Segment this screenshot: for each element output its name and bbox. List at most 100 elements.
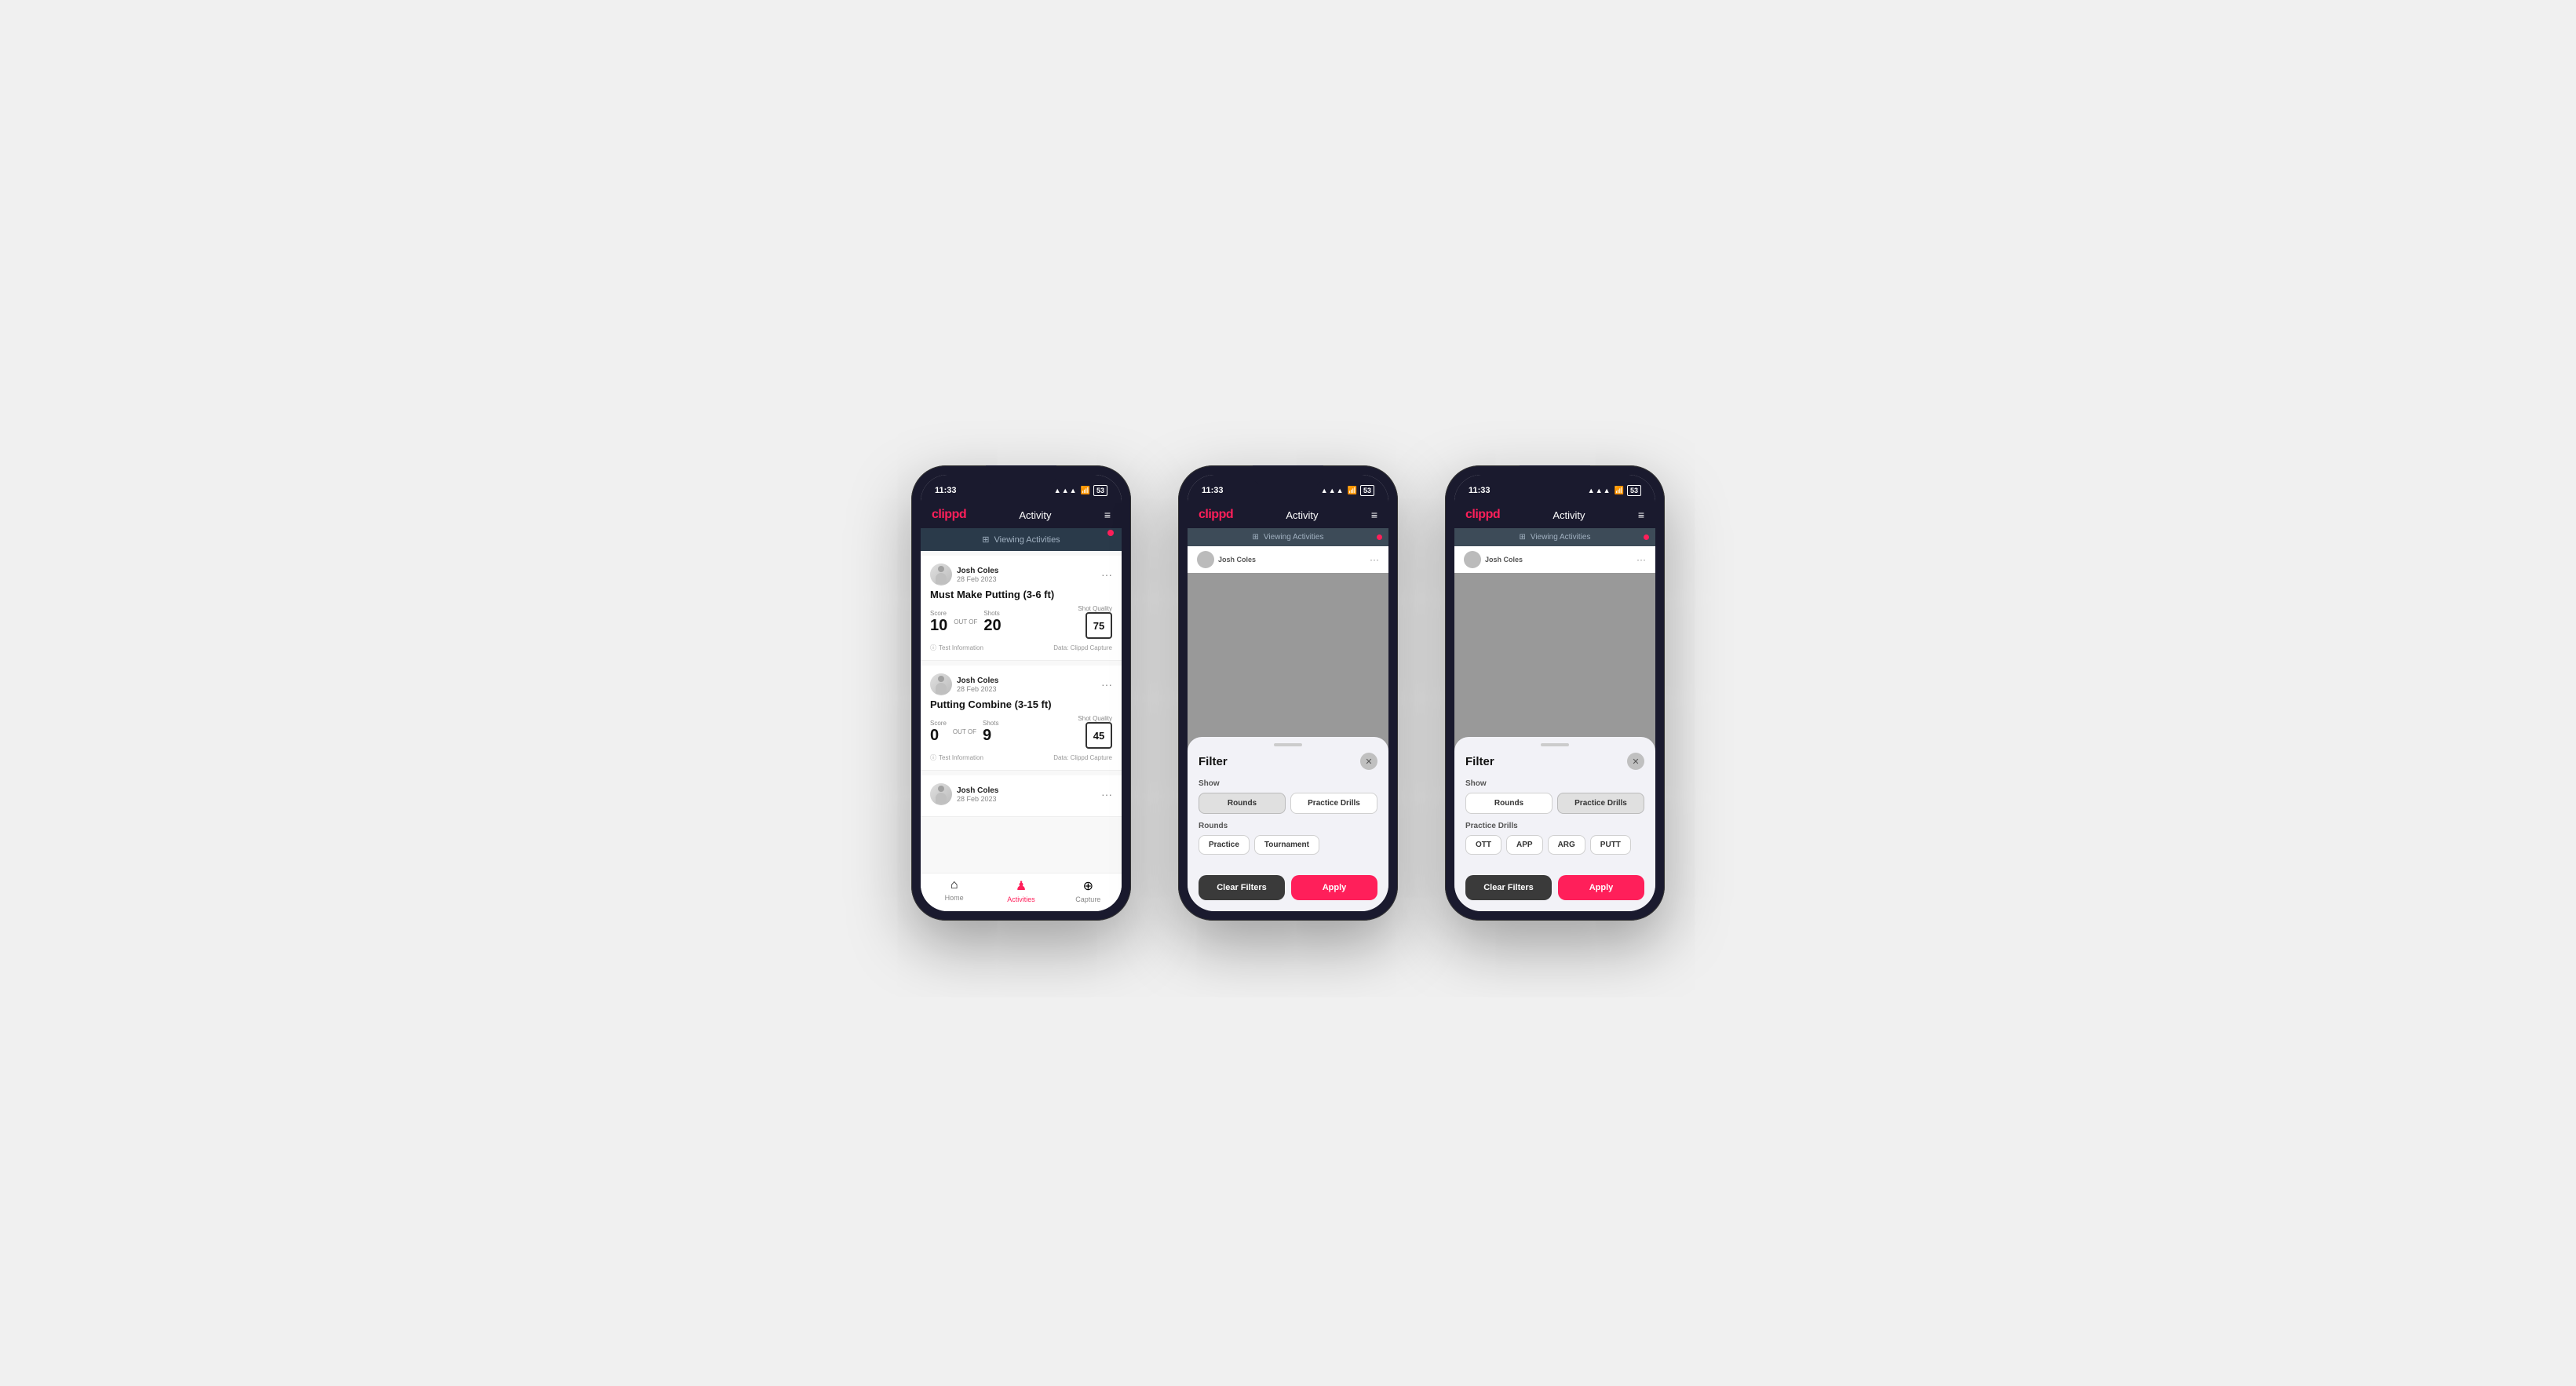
rounds-toggle-3[interactable]: Rounds	[1465, 793, 1553, 814]
peek-card-3: Josh Coles ···	[1454, 546, 1655, 573]
status-time-1: 11:33	[935, 486, 957, 495]
practice-drills-toggle-2[interactable]: Practice Drills	[1290, 793, 1377, 814]
footer-right-text-2: Data: Clippd Capture	[1053, 754, 1112, 761]
peek-banner-2: ⊞ Viewing Activities	[1188, 528, 1388, 546]
score-value-2: 0	[930, 727, 939, 745]
logo-3: clippd	[1465, 508, 1500, 522]
dots-menu-2[interactable]: ···	[1101, 678, 1112, 691]
arg-option-3[interactable]: ARG	[1548, 835, 1585, 855]
avatar-inner-1	[930, 564, 952, 585]
user-date-1: 28 Feb 2023	[957, 575, 998, 583]
status-icons-2: ▲▲▲ 📶 53	[1321, 485, 1374, 497]
user-name-2: Josh Coles	[957, 677, 998, 685]
nav-home-label-1: Home	[945, 894, 964, 902]
close-button-3[interactable]: ✕	[1627, 753, 1644, 770]
avatar-1	[930, 564, 952, 585]
app-header-2: clippd Activity ≡	[1188, 503, 1388, 528]
peek-banner-text-2: Viewing Activities	[1264, 533, 1324, 542]
rounds-toggle-2[interactable]: Rounds	[1199, 793, 1286, 814]
activity-card-1: Josh Coles 28 Feb 2023 ··· Must Make Put…	[921, 556, 1122, 661]
user-info-1: Josh Coles 28 Feb 2023	[930, 564, 998, 585]
peek-user-2: Josh Coles	[1197, 551, 1256, 568]
dots-menu-1[interactable]: ···	[1101, 568, 1112, 581]
nav-capture-1[interactable]: ⊕ Capture	[1055, 878, 1122, 903]
out-of-2: OUT OF	[953, 728, 976, 735]
signal-icon-2: ▲▲▲	[1321, 487, 1345, 494]
screen-1: 11:33 ▲▲▲ 📶 53 clippd Activity ≡ ⊞ Viewi…	[921, 475, 1122, 911]
shots-value-2: 9	[983, 727, 991, 745]
header-title-3: Activity	[1553, 509, 1585, 521]
clear-filters-button-3[interactable]: Clear Filters	[1465, 875, 1552, 900]
notch-2	[1253, 465, 1323, 487]
signal-icon-1: ▲▲▲	[1054, 487, 1078, 494]
practice-option-2[interactable]: Practice	[1199, 835, 1250, 855]
clear-filters-button-2[interactable]: Clear Filters	[1199, 875, 1285, 900]
sq-label-2: Shot Quality	[1078, 715, 1112, 722]
apply-button-2[interactable]: Apply	[1291, 875, 1377, 900]
user-name-3: Josh Coles	[957, 786, 998, 795]
logo-2: clippd	[1199, 508, 1233, 522]
show-toggle-row-3: Rounds Practice Drills	[1465, 793, 1644, 814]
wifi-icon-2: 📶	[1348, 487, 1357, 495]
header-title-2: Activity	[1286, 509, 1318, 521]
filter-sheet-2: Filter ✕ Show Rounds Practice Drills Rou…	[1188, 737, 1388, 911]
show-toggle-row-2: Rounds Practice Drills	[1199, 793, 1377, 814]
score-label-2: Score	[930, 720, 947, 727]
close-button-2[interactable]: ✕	[1360, 753, 1377, 770]
phone-2: 11:33 ▲▲▲ 📶 53 clippd Activity ≡ ⊞ Viewi…	[1178, 465, 1398, 921]
tournament-option-2[interactable]: Tournament	[1254, 835, 1319, 855]
filter-title-3: Filter	[1465, 755, 1494, 768]
apply-button-3[interactable]: Apply	[1558, 875, 1644, 900]
score-label-1: Score	[930, 610, 947, 617]
rounds-options-2: Practice Tournament	[1199, 835, 1377, 855]
shots-value-1: 20	[983, 617, 1001, 635]
user-name-group-3: Josh Coles 28 Feb 2023	[957, 786, 998, 803]
nav-activities-1[interactable]: ♟ Activities	[987, 878, 1054, 903]
activities-icon-1: ♟	[1016, 878, 1027, 894]
peek-avatar-3	[1464, 551, 1481, 568]
avatar-inner-3	[930, 783, 952, 805]
sheet-footer-2: Clear Filters Apply	[1188, 870, 1388, 911]
capture-icon-1: ⊕	[1083, 878, 1093, 894]
avatar-2	[930, 673, 952, 695]
peek-name-3: Josh Coles	[1485, 556, 1523, 564]
viewing-banner-1[interactable]: ⊞ Viewing Activities	[921, 528, 1122, 551]
shot-quality-badge-2: 45	[1085, 722, 1112, 749]
logo-1: clippd	[932, 508, 966, 522]
home-icon-1: ⌂	[950, 878, 958, 892]
activity-card-2: Josh Coles 28 Feb 2023 ··· Putting Combi…	[921, 666, 1122, 771]
peek-dots-2: ···	[1370, 554, 1379, 565]
phones-container: 11:33 ▲▲▲ 📶 53 clippd Activity ≡ ⊞ Viewi…	[911, 465, 1665, 921]
card-header-2: Josh Coles 28 Feb 2023 ···	[930, 673, 1112, 695]
user-info-3: Josh Coles 28 Feb 2023	[930, 783, 998, 805]
dots-menu-3[interactable]: ···	[1101, 788, 1112, 801]
peek-banner-text-3: Viewing Activities	[1531, 533, 1591, 542]
banner-text-1: Viewing Activities	[994, 535, 1060, 545]
menu-icon-3[interactable]: ≡	[1638, 509, 1644, 521]
menu-icon-2[interactable]: ≡	[1371, 509, 1377, 521]
sheet-body-3: Show Rounds Practice Drills Practice Dri…	[1454, 775, 1655, 870]
filter-title-2: Filter	[1199, 755, 1228, 768]
dimmed-area-3: ⊞ Viewing Activities Josh Coles ···	[1454, 528, 1655, 911]
peek-name-2: Josh Coles	[1218, 556, 1256, 564]
info-icon-1: ⓘ	[930, 644, 936, 652]
stats-row-2: Score 0 OUT OF Shots 9 Shot Quality 45	[930, 715, 1112, 749]
red-dot-2	[1377, 534, 1382, 540]
status-icons-1: ▲▲▲ 📶 53	[1054, 485, 1107, 497]
peek-banner-icon-2: ⊞	[1253, 533, 1259, 542]
putt-option-3[interactable]: PUTT	[1590, 835, 1631, 855]
app-option-3[interactable]: APP	[1506, 835, 1543, 855]
sheet-footer-3: Clear Filters Apply	[1454, 870, 1655, 911]
activity-card-3: Josh Coles 28 Feb 2023 ···	[921, 775, 1122, 817]
nav-home-1[interactable]: ⌂ Home	[921, 878, 987, 903]
activity-list-1[interactable]: Josh Coles 28 Feb 2023 ··· Must Make Put…	[921, 551, 1122, 873]
peek-user-3: Josh Coles	[1464, 551, 1523, 568]
menu-icon-1[interactable]: ≡	[1104, 509, 1111, 521]
footer-info-left-1: ⓘ Test Information	[930, 644, 983, 652]
ott-option-3[interactable]: OTT	[1465, 835, 1501, 855]
avatar-inner-2	[930, 673, 952, 695]
drill-options-3: OTT APP ARG PUTT	[1465, 835, 1644, 855]
status-time-3: 11:33	[1469, 486, 1491, 495]
practice-drills-toggle-3[interactable]: Practice Drills	[1557, 793, 1644, 814]
activity-title-1: Must Make Putting (3-6 ft)	[930, 589, 1112, 600]
